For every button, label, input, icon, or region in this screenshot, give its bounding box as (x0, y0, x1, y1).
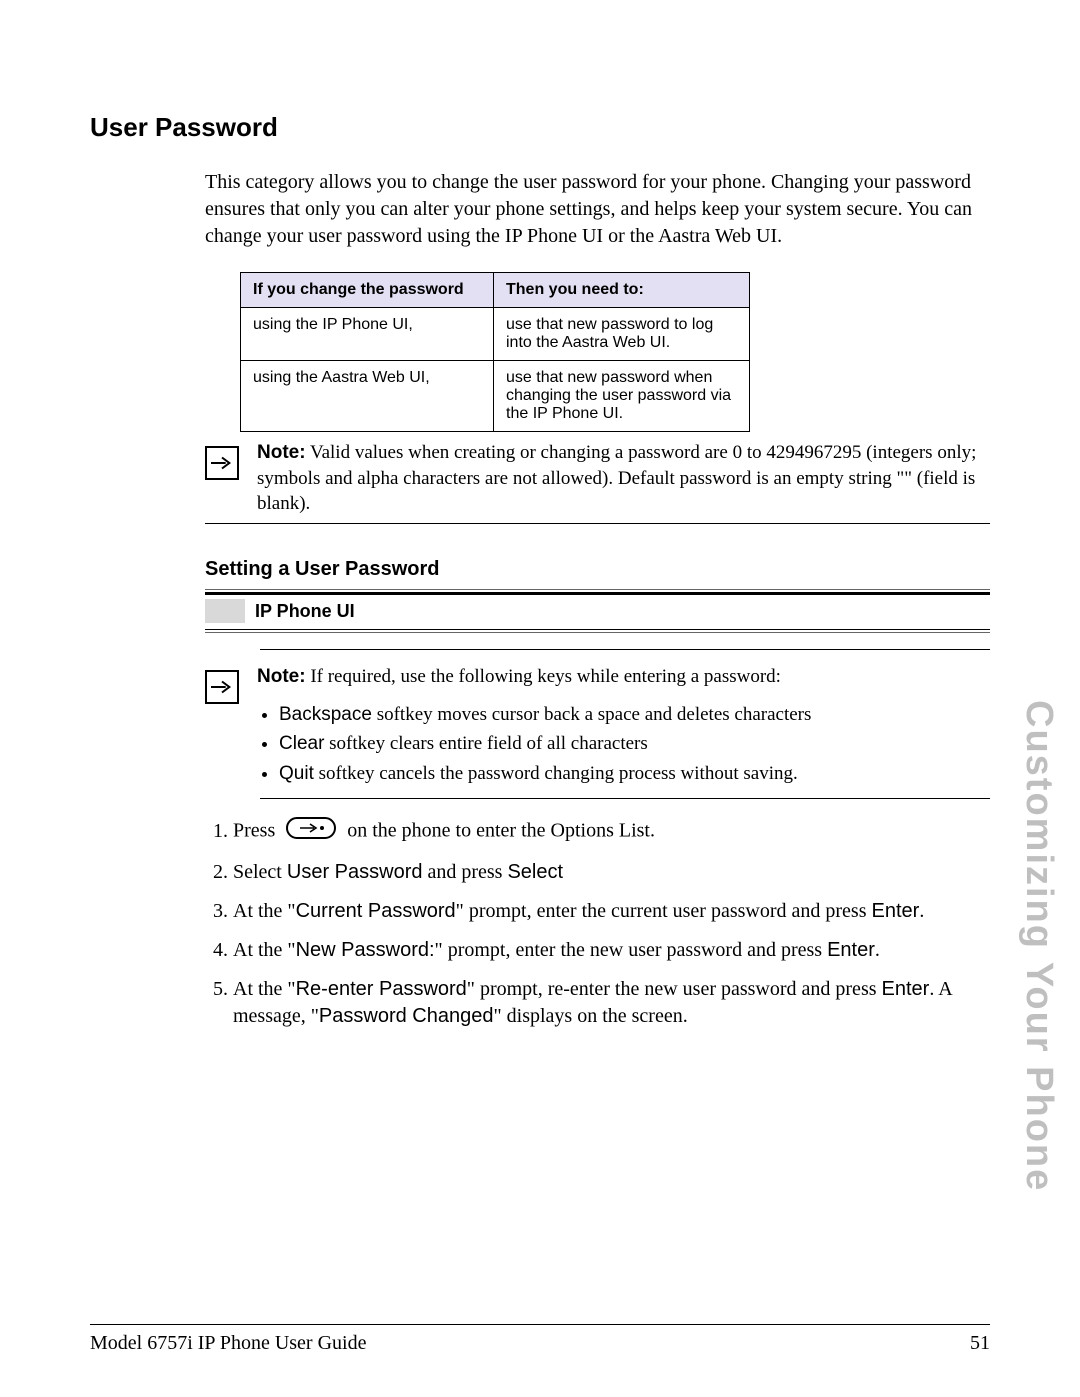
ui-bar: IP Phone UI (205, 589, 990, 633)
table-row: using the IP Phone UI, use that new pass… (241, 308, 750, 361)
softkey-name: Quit (279, 763, 314, 784)
step-text: and press (422, 861, 507, 883)
step-text: . (919, 900, 924, 922)
step-text: At the " (233, 978, 296, 1000)
step-text: " prompt, enter the new user password an… (435, 939, 828, 961)
options-key-icon (286, 817, 336, 847)
ui-term: User Password (287, 861, 423, 883)
ui-term: Re-enter Password (296, 978, 467, 1000)
step-item: At the "New Password:" prompt, enter the… (233, 937, 990, 964)
step-item: At the "Re-enter Password" prompt, re-en… (233, 976, 990, 1030)
grey-chip-icon (205, 599, 245, 623)
step-text: At the " (233, 939, 296, 961)
step-text: " prompt, enter the current user passwor… (456, 900, 872, 922)
divider (260, 649, 990, 650)
table-cell: using the Aastra Web UI, (241, 361, 494, 432)
ui-term: Password Changed (319, 1005, 494, 1027)
table-cell: use that new password when changing the … (494, 361, 750, 432)
table-cell: use that new password to log into the Aa… (494, 308, 750, 361)
ui-term: Enter (882, 978, 930, 1000)
note-block: Note: If required, use the following key… (205, 664, 990, 791)
steps-list: Press on the phone to enter the Options … (205, 817, 990, 1030)
ui-term: New Password: (296, 939, 435, 961)
intro-paragraph: This category allows you to change the u… (205, 169, 990, 250)
step-item: Select User Password and press Select (233, 859, 990, 886)
table-cell: using the IP Phone UI, (241, 308, 494, 361)
note-block: Note: Valid values when creating or chan… (205, 440, 990, 517)
list-item-text: softkey clears entire field of all chara… (324, 733, 647, 754)
arrow-right-icon (205, 670, 239, 704)
table-header-if: If you change the password (241, 273, 494, 308)
step-text: " displays on the screen. (493, 1005, 687, 1027)
step-text: . (875, 939, 880, 961)
divider (260, 798, 990, 799)
arrow-right-icon (205, 446, 239, 480)
list-item: Clear softkey clears entire field of all… (279, 731, 990, 757)
side-chapter-label: Customizing Your Phone (1017, 700, 1060, 1192)
list-item: Backspace softkey moves cursor back a sp… (279, 702, 990, 728)
note-text: Valid values when creating or changing a… (257, 442, 976, 514)
step-text: on the phone to enter the Options List. (347, 820, 655, 842)
list-item-text: softkey cancels the password changing pr… (314, 763, 798, 784)
subsection-title: Setting a User Password (205, 558, 990, 581)
divider (205, 523, 990, 524)
step-item: Press on the phone to enter the Options … (233, 817, 990, 847)
ui-term: Current Password (296, 900, 456, 922)
footer-divider (90, 1324, 990, 1325)
ui-bar-label: IP Phone UI (255, 601, 355, 622)
table-header-then: Then you need to: (494, 273, 750, 308)
ui-term: Enter (872, 900, 920, 922)
ui-term: Select (507, 861, 563, 883)
softkey-name: Clear (279, 733, 324, 754)
step-item: At the "Current Password" prompt, enter … (233, 898, 990, 925)
section-title: User Password (90, 112, 990, 143)
step-text: At the " (233, 900, 296, 922)
table-row: using the Aastra Web UI, use that new pa… (241, 361, 750, 432)
page-number: 51 (970, 1332, 990, 1355)
step-text: " prompt, re-enter the new user password… (467, 978, 882, 1000)
if-then-table: If you change the password Then you need… (240, 272, 750, 432)
step-text: Select (233, 861, 287, 883)
footer-left: Model 6757i IP Phone User Guide (90, 1332, 366, 1355)
ui-term: Enter (827, 939, 875, 961)
note-list: Backspace softkey moves cursor back a sp… (257, 702, 990, 787)
note-lead: If required, use the following keys whil… (306, 666, 781, 687)
step-text: Press (233, 820, 280, 842)
list-item: Quit softkey cancels the password changi… (279, 761, 990, 787)
note-label: Note: (257, 442, 306, 463)
softkey-name: Backspace (279, 704, 372, 725)
note-label: Note: (257, 666, 306, 687)
list-item-text: softkey moves cursor back a space and de… (372, 704, 811, 725)
